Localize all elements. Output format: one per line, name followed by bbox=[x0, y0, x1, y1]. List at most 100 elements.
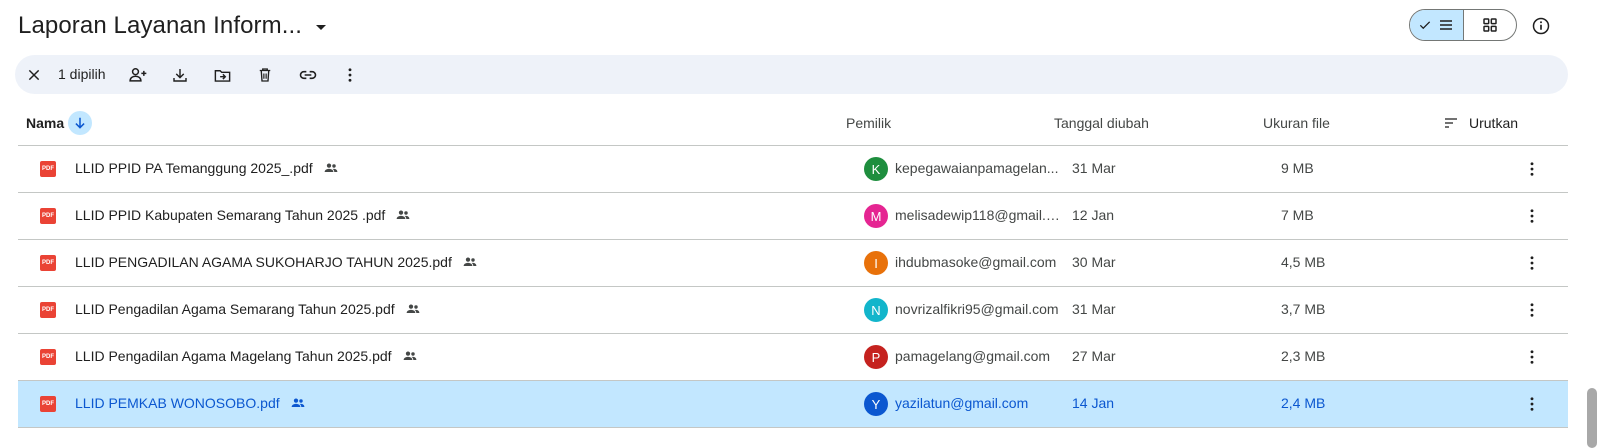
pdf-file-icon: PDF bbox=[40, 396, 56, 412]
list-icon bbox=[1440, 20, 1453, 30]
row-more-actions-button[interactable] bbox=[1516, 153, 1548, 185]
modified-date: 30 Mar bbox=[1072, 254, 1116, 270]
row-more-actions-button[interactable] bbox=[1516, 200, 1548, 232]
grid-view-button[interactable] bbox=[1464, 10, 1517, 40]
shared-people-icon bbox=[405, 301, 421, 317]
folder-title-dropdown[interactable]: Laporan Layanan Inform... bbox=[18, 8, 327, 44]
move-button[interactable] bbox=[206, 59, 238, 91]
file-size: 2,3 MB bbox=[1281, 348, 1326, 364]
pdf-badge-text: PDF bbox=[42, 307, 54, 313]
file-row[interactable]: PDF LLID PPID PA Temanggung 2025_.pdf K … bbox=[18, 146, 1568, 193]
owner-avatar: Y bbox=[864, 392, 888, 416]
avatar-initial: Y bbox=[871, 396, 881, 412]
more-vert-icon bbox=[1530, 303, 1534, 317]
info-icon bbox=[1532, 17, 1550, 35]
shared-people-icon bbox=[395, 207, 411, 223]
page-title: Laporan Layanan Inform... bbox=[18, 12, 303, 39]
sort-options-button[interactable]: Urutkan bbox=[1443, 106, 1518, 140]
modified-date: 12 Jan bbox=[1072, 207, 1115, 223]
owner-email: ihdubmasoke@gmail.com bbox=[895, 254, 1057, 270]
file-name-cell: LLID PENGADILAN AGAMA SUKOHARJO TAHUN 20… bbox=[75, 254, 478, 270]
pdf-badge-text: PDF bbox=[42, 213, 54, 219]
more-vert-icon bbox=[1530, 209, 1534, 223]
avatar-initial: M bbox=[870, 208, 882, 224]
shared-people-icon bbox=[323, 160, 339, 176]
pdf-badge-text: PDF bbox=[42, 260, 54, 266]
more-actions-button[interactable] bbox=[334, 59, 366, 91]
column-owner-label: Pemilik bbox=[846, 115, 892, 131]
row-more-actions-button[interactable] bbox=[1516, 294, 1548, 326]
more-vert-icon bbox=[1530, 350, 1534, 364]
file-name: LLID PEMKAB WONOSOBO.pdf bbox=[75, 395, 280, 411]
grid-icon bbox=[1483, 18, 1497, 32]
download-icon bbox=[173, 69, 187, 82]
check-icon bbox=[1420, 21, 1431, 30]
row-more-actions-button[interactable] bbox=[1516, 341, 1548, 373]
more-vert-icon bbox=[1530, 162, 1534, 176]
modified-date: 31 Mar bbox=[1072, 160, 1116, 176]
owner-email: pamagelang@gmail.com bbox=[895, 348, 1051, 364]
file-name-cell: LLID PPID PA Temanggung 2025_.pdf bbox=[75, 160, 339, 176]
file-size: 3,7 MB bbox=[1281, 301, 1326, 317]
pdf-badge-text: PDF bbox=[42, 166, 54, 172]
scrollbar-thumb[interactable] bbox=[1587, 388, 1597, 448]
folder-move-icon bbox=[214, 69, 230, 82]
pdf-badge-text: PDF bbox=[42, 354, 54, 360]
file-name-cell: LLID Pengadilan Agama Semarang Tahun 202… bbox=[75, 301, 421, 317]
file-row[interactable]: PDF LLID Pengadilan Agama Magelang Tahun… bbox=[18, 334, 1568, 381]
shared-people-icon bbox=[462, 254, 478, 270]
avatar-initial: N bbox=[871, 302, 881, 318]
close-icon bbox=[28, 69, 40, 81]
column-header-modified[interactable]: Tanggal diubah bbox=[1054, 106, 1149, 140]
view-toggle bbox=[1409, 9, 1517, 41]
link-icon bbox=[299, 70, 317, 80]
delete-button[interactable] bbox=[249, 59, 281, 91]
owner-email: melisadewip118@gmail.c... bbox=[895, 207, 1060, 223]
column-header-size[interactable]: Ukuran file bbox=[1263, 106, 1330, 140]
owner-email: kepegawaianpamagelan... bbox=[895, 160, 1059, 176]
column-header-name[interactable]: Nama bbox=[26, 106, 93, 140]
list-view-button[interactable] bbox=[1410, 10, 1464, 40]
pdf-file-icon: PDF bbox=[40, 349, 56, 365]
owner-avatar: P bbox=[864, 345, 888, 369]
clear-selection-button[interactable] bbox=[18, 59, 50, 91]
file-name: LLID PPID PA Temanggung 2025_.pdf bbox=[75, 160, 313, 176]
column-name-label: Nama bbox=[26, 115, 65, 131]
scrollbar-track[interactable] bbox=[1586, 0, 1600, 448]
details-button[interactable] bbox=[1525, 10, 1557, 42]
file-name: LLID PENGADILAN AGAMA SUKOHARJO TAHUN 20… bbox=[75, 254, 452, 270]
more-vert-icon bbox=[1530, 397, 1534, 411]
shared-people-icon bbox=[402, 348, 418, 364]
avatar-initial: P bbox=[871, 349, 881, 365]
copy-link-button[interactable] bbox=[292, 59, 324, 91]
row-more-actions-button[interactable] bbox=[1516, 388, 1548, 420]
file-row[interactable]: PDF LLID PEMKAB WONOSOBO.pdf Y yazilatun… bbox=[18, 381, 1568, 428]
file-size: 9 MB bbox=[1281, 160, 1314, 176]
column-size-label: Ukuran file bbox=[1263, 115, 1330, 131]
file-row[interactable]: PDF LLID PPID Kabupaten Semarang Tahun 2… bbox=[18, 193, 1568, 240]
owner-avatar: N bbox=[864, 298, 888, 322]
share-button[interactable] bbox=[122, 59, 154, 91]
row-more-actions-button[interactable] bbox=[1516, 247, 1548, 279]
download-button[interactable] bbox=[164, 59, 196, 91]
avatar-initial: I bbox=[874, 255, 878, 271]
more-vert-icon bbox=[348, 68, 352, 82]
pdf-badge-text: PDF bbox=[42, 401, 54, 407]
file-size: 4,5 MB bbox=[1281, 254, 1326, 270]
selection-count: 1 dipilih bbox=[58, 66, 106, 82]
file-name-cell: LLID Pengadilan Agama Magelang Tahun 202… bbox=[75, 348, 418, 364]
file-row[interactable]: PDF LLID PENGADILAN AGAMA SUKOHARJO TAHU… bbox=[18, 240, 1568, 287]
file-row[interactable]: PDF LLID Pengadilan Agama Semarang Tahun… bbox=[18, 287, 1568, 334]
file-list: PDF LLID PPID PA Temanggung 2025_.pdf K … bbox=[18, 146, 1568, 428]
file-size: 2,4 MB bbox=[1281, 395, 1326, 411]
more-vert-icon bbox=[1530, 256, 1534, 270]
owner-email: yazilatun@gmail.com bbox=[895, 395, 1029, 411]
file-name-cell: LLID PPID Kabupaten Semarang Tahun 2025 … bbox=[75, 207, 411, 223]
file-name: LLID Pengadilan Agama Semarang Tahun 202… bbox=[75, 301, 395, 317]
sort-label: Urutkan bbox=[1469, 115, 1519, 131]
shared-people-icon bbox=[290, 395, 306, 411]
owner-avatar: M bbox=[864, 204, 888, 228]
caret-down-icon bbox=[316, 24, 327, 30]
column-header-owner[interactable]: Pemilik bbox=[846, 106, 891, 140]
sort-direction-button[interactable] bbox=[68, 111, 93, 135]
